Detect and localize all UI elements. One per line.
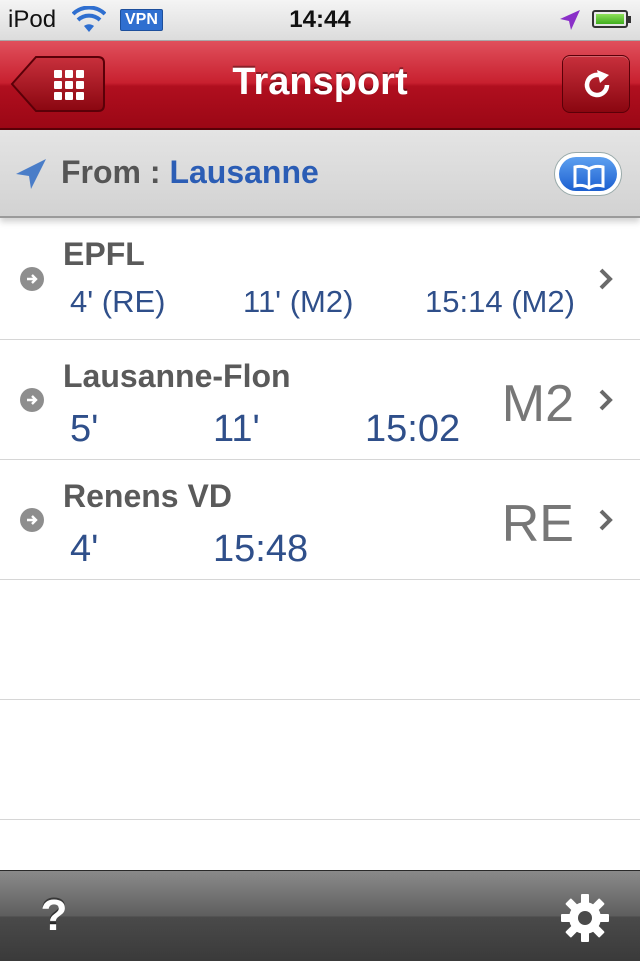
departure-time: 11' — [213, 408, 260, 450]
departure-time: 15:02 — [365, 408, 461, 450]
empty-row — [0, 580, 640, 700]
destination-name: EPFL — [63, 236, 145, 272]
refresh-button[interactable] — [562, 55, 630, 113]
departure-time: 11' (M2) — [243, 284, 354, 319]
book-icon — [573, 164, 605, 190]
help-button[interactable]: ? — [36, 889, 72, 943]
arrow-right-circle-icon — [20, 266, 44, 291]
page-title: Transport — [232, 61, 408, 103]
battery-icon — [592, 10, 631, 28]
from-location-value: Lausanne — [169, 154, 319, 190]
departure-time: 15:48 — [213, 528, 309, 570]
status-bar: iPod VPN 14:44 — [0, 0, 640, 41]
list-item[interactable]: EPFL 4' (RE) 11' (M2) 15:14 (M2) — [0, 218, 640, 340]
location-arrow-icon — [560, 10, 580, 30]
chevron-right-icon — [599, 268, 613, 289]
refresh-icon — [584, 70, 610, 98]
arrow-right-circle-icon — [20, 507, 44, 532]
nav-bar: Transport — [0, 41, 640, 130]
bottom-toolbar: ? — [0, 870, 640, 961]
departure-time: 4' (RE) — [70, 284, 166, 319]
destination-name: Lausanne-Flon — [63, 358, 291, 394]
destination-list: EPFL 4' (RE) 11' (M2) 15:14 (M2) Lausann… — [0, 218, 640, 820]
destination-name: Renens VD — [63, 478, 232, 514]
gear-icon[interactable] — [560, 893, 610, 943]
departure-time: 15:14 (M2) — [425, 284, 575, 319]
empty-row — [0, 700, 640, 820]
arrow-right-circle-icon — [20, 387, 44, 412]
battery-fill — [596, 14, 624, 24]
from-prefix: From : — [61, 154, 170, 190]
bookmarks-button-inner — [559, 157, 617, 191]
list-item[interactable]: Lausanne-Flon 5' 11' 15:02 M2 — [0, 340, 640, 460]
from-location-label: From : Lausanne — [61, 154, 319, 191]
status-time: 14:44 — [289, 6, 351, 33]
chevron-right-icon — [599, 509, 613, 530]
bookmarks-button[interactable] — [554, 152, 622, 196]
chevron-right-icon — [599, 389, 613, 410]
location-arrow-icon — [16, 159, 46, 189]
from-bar[interactable]: From : Lausanne — [0, 130, 640, 218]
list-item[interactable]: Renens VD 4' 15:48 RE — [0, 460, 640, 580]
line-badge: M2 — [501, 375, 574, 433]
departure-time: 4' — [70, 528, 99, 570]
line-badge: RE — [501, 495, 574, 553]
departure-time: 5' — [70, 408, 99, 450]
